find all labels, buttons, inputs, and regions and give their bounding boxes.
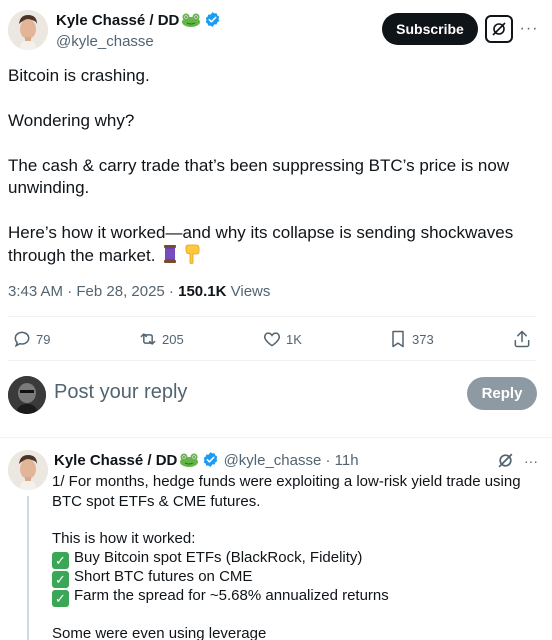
current-user-photo [8, 376, 46, 414]
tweet-line-4: Here’s how it worked—and why its collaps… [8, 222, 528, 270]
views-label: Views [226, 283, 271, 300]
like-action[interactable]: 1K [262, 326, 302, 352]
author-photo [8, 10, 48, 50]
grok-button[interactable] [485, 15, 513, 43]
thread-line [27, 496, 29, 640]
reply-age[interactable]: · 11h [326, 452, 359, 469]
reply-grok-button[interactable] [497, 452, 514, 469]
verified-badge-icon[interactable] [202, 451, 219, 468]
reply-author-avatar[interactable] [8, 450, 48, 490]
like-count: 1K [286, 331, 302, 347]
author-avatar[interactable] [8, 10, 48, 50]
repost-count: 205 [162, 331, 184, 347]
divider-bottom-actions [8, 360, 536, 361]
share-action[interactable] [512, 326, 532, 352]
heart-icon [263, 332, 281, 347]
share-icon [514, 330, 530, 348]
current-user-avatar[interactable] [8, 376, 46, 414]
author-name-row[interactable]: Kyle Chassé / DD [56, 11, 221, 32]
author-name[interactable]: Kyle Chassé / DD [56, 12, 179, 29]
author-handle[interactable]: @kyle_chasse [56, 33, 154, 50]
bookmark-action[interactable]: 373 [388, 326, 434, 352]
reply-count: 79 [36, 331, 51, 347]
views-count: 150.1K [178, 283, 227, 300]
tweet-line-2: Wondering why? [8, 111, 135, 130]
thread-emoji-icon [160, 244, 180, 270]
check-mark-icon: ✓ [52, 590, 69, 607]
tweet-meta: 3:43 AM · Feb 28, 2025 · 150.1K Views [8, 283, 270, 300]
tweet-line-1: Bitcoin is crashing. [8, 66, 150, 85]
reply-list-item-text: Farm the spread for ~5.68% annualized re… [74, 587, 389, 604]
repost-action[interactable]: 205 [138, 326, 184, 352]
more-options-button[interactable]: ··· [516, 16, 542, 42]
divider-composer [0, 437, 552, 438]
bookmark-icon [392, 330, 404, 348]
reply-author-name[interactable]: Kyle Chassé / DD [54, 452, 177, 469]
reply-input[interactable]: Post your reply [54, 381, 187, 404]
reply-icon [14, 331, 30, 348]
subscribe-button[interactable]: Subscribe [382, 13, 478, 45]
reply-line-1: 1/ For months, hedge funds were exploiti… [52, 473, 521, 510]
grok-icon [492, 22, 506, 36]
reply-line-2: This is how it worked: [52, 530, 196, 547]
reply-button[interactable]: Reply [467, 377, 537, 410]
verified-badge-icon[interactable] [204, 11, 221, 28]
reply-author-handle[interactable]: @kyle_chasse [224, 452, 322, 469]
tweet-line-3: The cash & carry trade that’s been suppr… [8, 156, 510, 197]
frog-emoji-icon [181, 13, 201, 32]
reply-header: Kyle Chassé / DD @kyle_chasse · 11h [54, 451, 359, 471]
reply-more-options-button[interactable]: ··· [520, 452, 542, 470]
grok-icon [498, 453, 513, 468]
tweet-timestamp[interactable]: 3:43 AM · Feb 28, 2025 · [8, 283, 178, 300]
reply-line-3: Some were even using leverage [52, 625, 267, 640]
repost-icon [140, 333, 156, 345]
tweet-line-4-text: Here’s how it worked—and why its collaps… [8, 223, 514, 265]
divider-top-actions [8, 316, 536, 317]
reply-list-item-text: Buy Bitcoin spot ETFs (BlackRock, Fideli… [74, 549, 363, 566]
reply-author-photo [8, 450, 48, 490]
reply-list-item-text: Short BTC futures on CME [74, 568, 253, 585]
frog-emoji-icon [179, 453, 199, 471]
reply-list-item: ✓ Buy Bitcoin spot ETFs (BlackRock, Fidel… [52, 548, 542, 569]
pointing-down-emoji-icon [183, 244, 201, 270]
reply-list-item: ✓ Farm the spread for ~5.68% annualized r… [52, 586, 542, 607]
reply-list-item: ✓ Short BTC futures on CME [52, 567, 542, 588]
reply-action[interactable]: 79 [12, 326, 50, 352]
bookmark-count: 373 [412, 331, 434, 347]
